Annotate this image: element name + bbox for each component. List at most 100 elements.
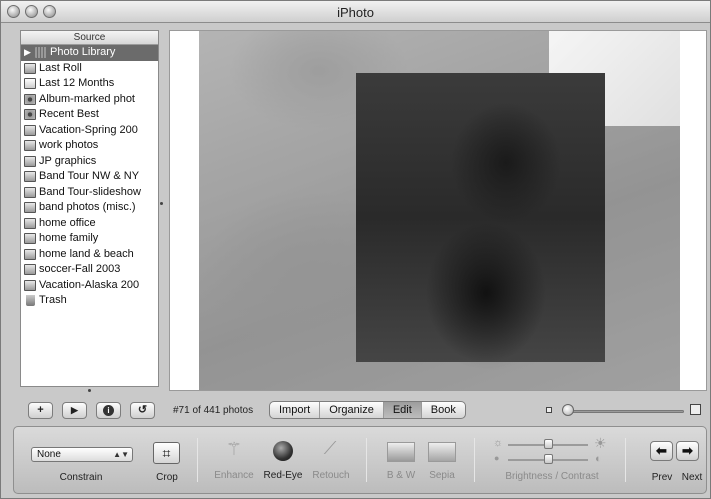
- disclosure-triangle-icon[interactable]: ▶: [24, 45, 31, 60]
- album-icon: [24, 124, 36, 136]
- info-icon: i: [103, 405, 114, 416]
- retouch-brush-icon[interactable]: ⟋: [319, 438, 341, 462]
- crop-label: Crop: [156, 472, 178, 483]
- constrain-select[interactable]: None ▲▼: [31, 447, 133, 462]
- album-label: home family: [39, 232, 99, 244]
- sidebar-album-item[interactable]: Vacation-Alaska 200: [21, 278, 158, 294]
- sidebar-album-item[interactable]: soccer-Fall 2003: [21, 262, 158, 278]
- album-label: JP graphics: [39, 154, 97, 167]
- album-label: Recent Best: [39, 108, 99, 120]
- sidebar-album-item[interactable]: Recent Best: [21, 107, 158, 123]
- constrain-label: Constrain: [59, 472, 103, 483]
- crop-button[interactable]: ⌗: [153, 442, 180, 464]
- brightness-slider-knob[interactable]: [544, 439, 553, 449]
- album-label: home office: [39, 216, 96, 229]
- album-label: home land & beach: [39, 247, 134, 260]
- divider: [197, 438, 198, 482]
- black-white-button[interactable]: B & W: [382, 470, 420, 481]
- black-white-icon[interactable]: [387, 442, 415, 462]
- sepia-icon[interactable]: [428, 442, 456, 462]
- album-icon: [24, 186, 36, 198]
- play-slideshow-button[interactable]: ▶: [62, 402, 87, 419]
- album-icon: [24, 279, 36, 291]
- small-thumbnail-icon: [546, 407, 552, 413]
- rotate-button[interactable]: ↺: [130, 402, 155, 419]
- red-eye-icon[interactable]: [273, 441, 293, 461]
- album-icon: [24, 233, 36, 244]
- album-label: work photos: [39, 139, 99, 151]
- sidebar-album-item[interactable]: Trash: [21, 293, 158, 309]
- zoom-slider[interactable]: [567, 410, 684, 413]
- album-label: Trash: [39, 294, 67, 306]
- mode-tab-import[interactable]: Import: [270, 402, 321, 418]
- sidebar-album-item[interactable]: Band Tour-slideshow: [21, 185, 158, 201]
- sidebar-album-item[interactable]: home family: [21, 231, 158, 247]
- album-label: band photos (misc.): [39, 201, 136, 213]
- sidebar-album-item[interactable]: work photos: [21, 138, 158, 154]
- next-label: Next: [681, 472, 703, 483]
- divider: [474, 438, 475, 482]
- sidebar-album-item[interactable]: ▶ Photo Library: [21, 45, 158, 61]
- album-icon: [24, 217, 36, 229]
- title-bar: iPhoto: [1, 1, 710, 23]
- sidebar-album-item[interactable]: home land & beach: [21, 247, 158, 263]
- enhance-button[interactable]: Enhance: [210, 470, 258, 481]
- brightness-low-icon: ☼: [493, 437, 504, 449]
- album-icon: [24, 202, 36, 213]
- album-icon: [24, 140, 36, 151]
- next-arrow-button[interactable]: ➡: [676, 441, 699, 461]
- mode-tab-book[interactable]: Book: [422, 402, 465, 418]
- crop-icon: ⌗: [162, 445, 171, 461]
- red-eye-button[interactable]: Red-Eye: [260, 470, 306, 481]
- sidebar-album-item[interactable]: Band Tour NW & NY: [21, 169, 158, 185]
- source-header: Source: [21, 31, 158, 45]
- crop-selection[interactable]: [356, 73, 605, 362]
- trash-icon: [26, 295, 35, 306]
- zoom-slider-knob[interactable]: [562, 404, 574, 416]
- split-resize-handle[interactable]: [160, 202, 163, 205]
- sidebar-album-item[interactable]: Last 12 Months: [21, 76, 158, 92]
- mode-tab-organize[interactable]: Organize: [320, 402, 384, 418]
- sidebar-album-item[interactable]: JP graphics: [21, 154, 158, 170]
- enhance-wand-icon[interactable]: ⚚: [224, 439, 244, 461]
- library-icon: [35, 47, 47, 58]
- source-list[interactable]: Source ▶ Photo Library Last Roll Last 12 Mo…: [20, 30, 159, 387]
- sidebar-album-item[interactable]: home office: [21, 216, 158, 232]
- film-roll-icon: [24, 62, 36, 74]
- photo-count: #71 of 441 photos: [173, 405, 254, 416]
- smart-album-icon: [24, 109, 36, 120]
- calendar-icon: [24, 78, 36, 89]
- divider: [625, 438, 626, 482]
- select-arrows-icon: ▲▼: [113, 450, 129, 459]
- album-icon: [24, 171, 36, 182]
- mode-tab-edit[interactable]: Edit: [383, 402, 422, 418]
- sepia-button[interactable]: Sepia: [423, 470, 461, 481]
- sidebar-album-item[interactable]: Vacation-Spring 200: [21, 123, 158, 139]
- prev-arrow-button[interactable]: ⬅: [650, 441, 673, 461]
- brightness-contrast-label: Brightness / Contrast: [505, 471, 599, 482]
- contrast-slider-knob[interactable]: [544, 454, 553, 464]
- album-label: Vacation-Alaska 200: [39, 278, 140, 291]
- add-album-button[interactable]: +: [28, 402, 53, 419]
- album-label: Band Tour-slideshow: [39, 185, 141, 198]
- sidebar-album-item[interactable]: Last Roll: [21, 61, 158, 77]
- album-label: Vacation-Spring 200: [39, 123, 138, 136]
- album-icon: [24, 264, 36, 275]
- photo-viewer[interactable]: [169, 30, 707, 391]
- info-button[interactable]: i: [96, 402, 121, 419]
- sidebar-album-item[interactable]: band photos (misc.): [21, 200, 158, 216]
- album-label: Last Roll: [39, 61, 82, 74]
- album-list: ▶ Photo Library Last Roll Last 12 Months Alb…: [21, 45, 158, 309]
- sidebar-album-item[interactable]: Album-marked phot: [21, 92, 158, 108]
- edited-photo[interactable]: [199, 31, 680, 390]
- contrast-low-icon: ●: [494, 453, 500, 463]
- left-arrow-icon: ⬅: [656, 443, 667, 458]
- retouch-button[interactable]: Retouch: [308, 470, 354, 481]
- album-icon: [24, 155, 36, 167]
- brightness-high-icon: ☀: [594, 435, 607, 451]
- sidebar-resize-handle[interactable]: [88, 389, 91, 392]
- divider: [366, 438, 367, 482]
- smart-album-icon: [24, 93, 36, 105]
- right-arrow-icon: ➡: [682, 443, 693, 458]
- contrast-high-icon: ◐: [595, 453, 602, 465]
